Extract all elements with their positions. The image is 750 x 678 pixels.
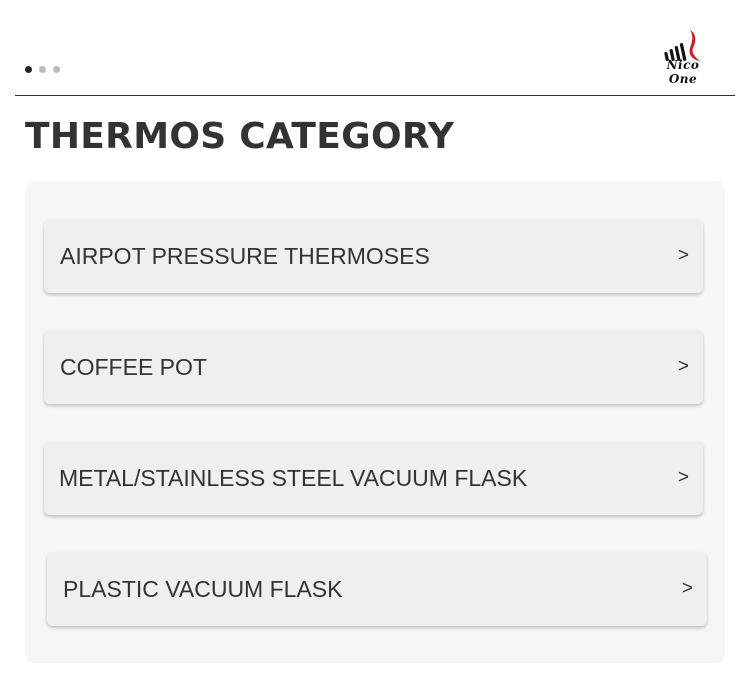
- page: Nico One THERMOS CATEGORY AIRPOT PRESSUR…: [0, 0, 750, 678]
- header: Nico One: [15, 0, 735, 96]
- brand-logo[interactable]: Nico One: [651, 28, 715, 86]
- chevron-right-icon: >: [677, 356, 689, 377]
- chevron-right-icon: >: [677, 467, 689, 488]
- category-item-coffee-pot[interactable]: COFFEE POT >: [44, 330, 703, 404]
- page-title: THERMOS CATEGORY: [25, 116, 455, 157]
- category-label: AIRPOT PRESSURE THERMOSES: [60, 243, 430, 269]
- carousel-dot-2[interactable]: [39, 66, 46, 73]
- brand-logo-text: Nico One: [666, 58, 700, 86]
- chevron-right-icon: >: [677, 245, 689, 266]
- category-item-metal-stainless-steel-vacuum-flask[interactable]: METAL/STAINLESS STEEL VACUUM FLASK >: [44, 441, 703, 515]
- carousel-dot-3[interactable]: [53, 66, 60, 73]
- carousel-dots: [25, 66, 60, 73]
- carousel-dot-1[interactable]: [25, 66, 32, 73]
- category-item-airpot-pressure-thermoses[interactable]: AIRPOT PRESSURE THERMOSES >: [44, 219, 703, 293]
- category-label: COFFEE POT: [60, 354, 207, 380]
- category-label: PLASTIC VACUUM FLASK: [63, 576, 343, 602]
- category-item-plastic-vacuum-flask[interactable]: PLASTIC VACUUM FLASK >: [47, 552, 707, 626]
- category-label: METAL/STAINLESS STEEL VACUUM FLASK: [59, 465, 528, 491]
- category-panel: AIRPOT PRESSURE THERMOSES > COFFEE POT >…: [25, 181, 725, 663]
- chevron-right-icon: >: [681, 578, 693, 599]
